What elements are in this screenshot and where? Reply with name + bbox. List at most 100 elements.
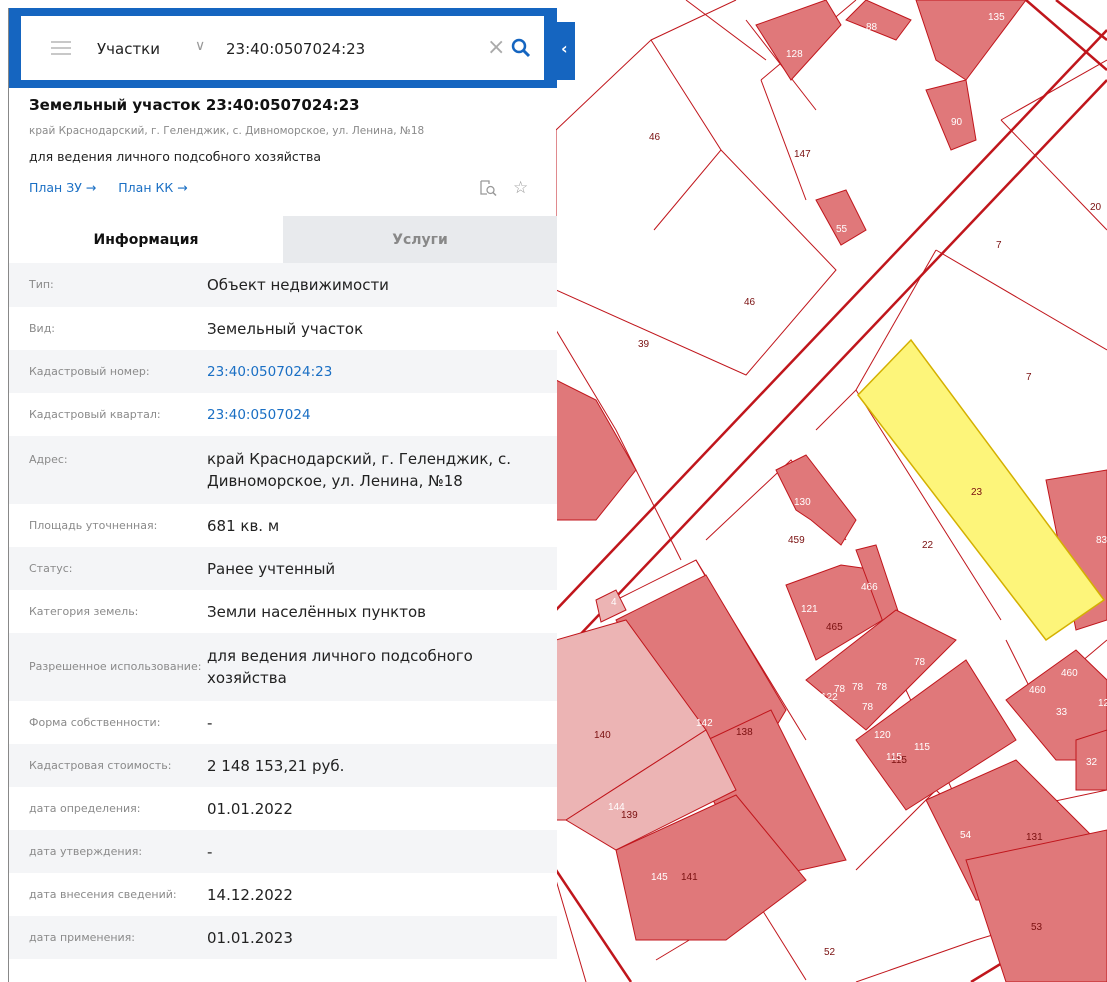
svg-text:23: 23: [971, 487, 983, 498]
svg-text:83: 83: [1096, 535, 1107, 546]
svg-text:55: 55: [836, 224, 848, 235]
cadastral-map[interactable]: 46 147 20 46 39 7 7 23 459 22 140 138 13…: [556, 0, 1107, 982]
info-value: Объект недвижимости: [207, 276, 389, 294]
info-label: дата применения:: [29, 930, 136, 944]
info-label: Адрес:: [29, 453, 68, 466]
svg-text:128: 128: [786, 49, 803, 60]
clear-icon[interactable]: ×: [487, 35, 505, 60]
info-row-determination-date: дата определения: 01.01.2022: [9, 787, 557, 830]
info-value: для ведения личного подсобного хозяйства: [207, 647, 473, 687]
svg-text:90: 90: [951, 117, 963, 128]
svg-text:144: 144: [608, 802, 625, 813]
info-panel: Участки ∨ 23:40:0507024:23 × ‹ Земельный…: [8, 8, 575, 982]
info-row-cadastral-quarter: Кадастровый квартал: 23:40:0507024: [9, 393, 557, 436]
svg-text:78: 78: [876, 682, 888, 693]
svg-text:459: 459: [788, 535, 805, 546]
svg-text:52: 52: [824, 947, 836, 958]
info-row-status: Статус: Ранее учтенный: [9, 547, 557, 590]
collapse-panel-button[interactable]: ‹: [557, 22, 575, 80]
svg-text:466: 466: [861, 582, 878, 593]
info-value: Ранее учтенный: [207, 559, 336, 578]
info-row-cadastral-number: Кадастровый номер: 23:40:0507024:23: [9, 350, 557, 393]
search-bar: Участки ∨ 23:40:0507024:23 ×: [9, 8, 557, 88]
svg-text:78: 78: [862, 702, 874, 713]
svg-text:53: 53: [1031, 922, 1043, 933]
info-label: Форма собственности:: [29, 715, 161, 729]
search-icon[interactable]: [511, 38, 531, 58]
info-row-approval-date: дата утверждения: -: [9, 830, 557, 873]
search-type-select[interactable]: Участки: [97, 40, 160, 58]
svg-text:12: 12: [1098, 698, 1107, 709]
info-row-address: Адрес: край Краснодарский, г. Геленджик,…: [9, 436, 557, 504]
info-value: край Краснодарский, г. Геленджик, с. Див…: [207, 450, 511, 490]
info-label: Площадь уточненная:: [29, 518, 158, 532]
info-label: дата внесения сведений:: [29, 887, 177, 901]
plan-kk-link[interactable]: План КК →: [118, 180, 187, 195]
info-value: 01.01.2022: [207, 799, 293, 818]
svg-text:115: 115: [914, 742, 930, 753]
info-value: 01.01.2023: [207, 928, 293, 947]
info-row-type: Тип: Объект недвижимости: [9, 263, 557, 307]
zoom-to-object-icon[interactable]: [479, 179, 497, 197]
tab-bar: Информация Услуги: [9, 216, 557, 263]
info-row-kind: Вид: Земельный участок: [9, 307, 557, 350]
info-row-application-date: дата применения: 01.01.2023: [9, 916, 557, 959]
svg-text:46: 46: [649, 132, 661, 143]
info-label: дата утверждения:: [29, 844, 143, 858]
object-address: край Краснодарский, г. Геленджик, с. Див…: [29, 125, 425, 137]
tab-information[interactable]: Информация: [9, 216, 283, 263]
info-label: Кадастровая стоимость:: [29, 758, 172, 772]
svg-text:130: 130: [794, 497, 811, 508]
info-value: 681 кв. м: [207, 516, 280, 535]
svg-text:142: 142: [696, 718, 713, 729]
info-value: -: [207, 842, 213, 861]
info-row-area: Площадь уточненная: 681 кв. м: [9, 504, 557, 547]
info-row-permitted-use: Разрешенное использование: для ведения л…: [9, 633, 557, 701]
svg-text:131: 131: [1026, 832, 1043, 843]
svg-text:46: 46: [744, 297, 756, 308]
info-row-entry-date: дата внесения сведений: 14.12.2022: [9, 873, 557, 916]
object-purpose: для ведения личного подсобного хозяйства: [29, 149, 322, 164]
svg-text:7: 7: [1026, 372, 1032, 383]
svg-text:32: 32: [1086, 757, 1098, 768]
info-label: Кадастровый номер:: [29, 364, 150, 378]
info-value: 2 148 153,21 руб.: [207, 756, 345, 775]
plan-links: План ЗУ → План КК →: [29, 180, 206, 195]
info-row-ownership: Форма собственности: -: [9, 701, 557, 744]
svg-text:7: 7: [996, 240, 1002, 251]
svg-text:140: 140: [594, 730, 611, 741]
svg-text:88: 88: [866, 22, 878, 33]
cadastral-number-link[interactable]: 23:40:0507024:23: [207, 361, 537, 383]
svg-text:122: 122: [821, 692, 838, 703]
svg-text:141: 141: [681, 872, 698, 883]
info-value: 14.12.2022: [207, 885, 293, 904]
svg-text:78: 78: [914, 657, 926, 668]
info-label: Тип:: [29, 278, 54, 291]
svg-text:120: 120: [874, 730, 891, 741]
svg-text:460: 460: [1029, 685, 1046, 696]
menu-icon[interactable]: [51, 41, 71, 55]
info-value: Земли населённых пунктов: [207, 602, 426, 621]
tab-services[interactable]: Услуги: [283, 216, 557, 263]
svg-text:39: 39: [638, 339, 650, 350]
svg-text:54: 54: [960, 830, 972, 841]
svg-text:121: 121: [801, 604, 818, 615]
info-label: Вид:: [29, 321, 56, 335]
info-table: Тип: Объект недвижимости Вид: Земельный …: [9, 263, 557, 959]
svg-text:33: 33: [1056, 707, 1068, 718]
search-box: Участки ∨ 23:40:0507024:23 ×: [21, 16, 544, 80]
svg-text:78: 78: [852, 682, 864, 693]
info-label: Статус:: [29, 561, 73, 575]
cadastral-quarter-link[interactable]: 23:40:0507024: [207, 404, 537, 426]
star-icon[interactable]: ☆: [513, 178, 528, 198]
svg-text:20: 20: [1090, 202, 1102, 213]
plan-zu-link[interactable]: План ЗУ →: [29, 180, 96, 195]
info-row-land-category: Категория земель: Земли населённых пункт…: [9, 590, 557, 633]
map-canvas[interactable]: 46 147 20 46 39 7 7 23 459 22 140 138 13…: [556, 0, 1107, 982]
search-input[interactable]: 23:40:0507024:23: [226, 40, 365, 58]
svg-text:465: 465: [826, 622, 843, 633]
svg-text:22: 22: [922, 540, 934, 551]
svg-text:135: 135: [988, 12, 1005, 23]
chevron-down-icon[interactable]: ∨: [195, 38, 205, 54]
info-label: Категория земель:: [29, 604, 139, 618]
